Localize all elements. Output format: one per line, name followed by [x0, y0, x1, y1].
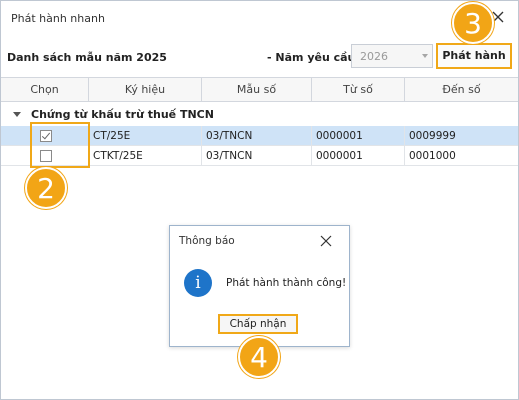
chevron-down-icon: [422, 54, 428, 58]
expand-arrow-icon[interactable]: [13, 112, 21, 117]
publish-button[interactable]: Phát hành: [436, 43, 512, 69]
step-badge-3: 3: [452, 2, 494, 44]
tu-so-cell: 0000001: [312, 146, 405, 166]
column-header-chon[interactable]: Chọn: [1, 78, 89, 102]
column-header-ky-hieu[interactable]: Ký hiệu: [89, 78, 202, 102]
accept-button[interactable]: Chấp nhận: [218, 314, 298, 334]
step-badge-2: 2: [25, 167, 67, 209]
mau-so-cell: 03/TNCN: [202, 146, 312, 166]
year-value: 2026: [360, 50, 388, 63]
column-header-den-so[interactable]: Đến số: [405, 78, 518, 102]
dialog-close-icon[interactable]: [320, 235, 332, 247]
year-select[interactable]: 2026: [351, 44, 433, 68]
ky-hieu-cell: CT/25E: [89, 126, 202, 146]
toolbar: Danh sách mẫu năm 2025 - Năm yêu cầu: 20…: [1, 37, 518, 77]
list-title: Danh sách mẫu năm 2025: [7, 51, 167, 64]
step-badge-4: 4: [238, 336, 280, 378]
column-header-tu-so[interactable]: Từ số: [312, 78, 405, 102]
info-icon: i: [184, 269, 212, 297]
dialog-message: Phát hành thành công!: [226, 277, 347, 289]
group-label: Chứng từ khấu trừ thuế TNCN: [31, 108, 214, 121]
tu-so-cell: 0000001: [312, 126, 405, 146]
mau-so-cell: 03/TNCN: [202, 126, 312, 146]
window-title: Phát hành nhanh: [11, 12, 105, 25]
column-header-mau-so[interactable]: Mẫu số: [202, 78, 312, 102]
dialog-title: Thông báo: [179, 235, 235, 247]
checkbox-highlight: [30, 122, 90, 168]
den-so-cell: 0001000: [409, 150, 456, 162]
notification-dialog: Thông báo i Phát hành thành công! Chấp n…: [169, 225, 350, 347]
den-so-cell: 0009999: [409, 130, 456, 142]
year-label: - Năm yêu cầu:: [267, 51, 360, 64]
titlebar: Phát hành nhanh: [1, 1, 518, 37]
ky-hieu-cell: CTKT/25E: [89, 146, 202, 166]
grid-header: Chọn Ký hiệu Mẫu số Từ số Đến số: [1, 78, 518, 102]
